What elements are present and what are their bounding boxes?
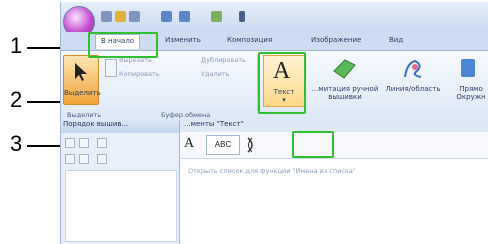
panel-tool-3[interactable] — [97, 138, 107, 148]
select-button-label: Выделить — [64, 89, 101, 97]
panel-tool-6[interactable] — [97, 154, 107, 164]
callout-3: 3 — [10, 131, 23, 156]
callout-1: 1 — [10, 33, 23, 58]
highlight-abc-button — [292, 131, 334, 158]
redo-icon[interactable] — [179, 11, 190, 22]
callout-2: 2 — [10, 87, 23, 112]
manual-embroidery-button[interactable]: ...митация ручной вышивки — [309, 55, 381, 111]
shape-label: Прямо Окружн — [456, 85, 486, 101]
panel-tool-4[interactable] — [65, 154, 75, 164]
text-on-path-icon[interactable] — [244, 136, 258, 154]
font-a-icon[interactable]: A — [184, 136, 194, 152]
panel-tool-1[interactable] — [65, 138, 75, 148]
copy-button[interactable]: Копировать — [119, 70, 160, 78]
line-area-button[interactable]: Линия/область — [385, 55, 441, 111]
paste-icon[interactable] — [105, 59, 117, 77]
tab-edit[interactable]: Изменить — [165, 36, 201, 44]
panel-list — [65, 170, 177, 242]
tab-image[interactable]: Изображение — [311, 36, 361, 44]
undo-icon[interactable] — [161, 11, 172, 22]
panel-tool-2[interactable] — [79, 138, 89, 148]
manual-embroidery-icon — [333, 59, 356, 79]
highlight-home-tab — [88, 32, 158, 58]
preview-icon[interactable] — [211, 11, 222, 22]
text-tools-strip: A ABC — [180, 132, 488, 159]
manual-embroidery-label: ...митация ручной вышивки — [311, 85, 379, 101]
highlight-text-button — [258, 52, 306, 114]
line-area-icon — [404, 59, 422, 78]
delete-button[interactable]: Удалить — [201, 70, 229, 78]
new-file-icon[interactable] — [101, 11, 112, 22]
shape-button[interactable]: Прямо Окружн — [445, 55, 488, 111]
panel-title: Порядок вышив... — [61, 120, 179, 133]
line-area-label: Линия/область — [385, 85, 441, 93]
text-tools-header: ...менты "Текст" — [180, 120, 488, 132]
group-clipboard-label: Буфер обмена — [161, 111, 211, 119]
tab-view[interactable]: Вид — [389, 36, 403, 44]
cursor-icon — [75, 63, 87, 81]
names-list-button[interactable]: ABC — [206, 135, 240, 155]
stitch-order-panel: Порядок вышив... — [61, 120, 180, 244]
select-button[interactable]: Выделить — [63, 55, 101, 105]
open-file-icon[interactable] — [115, 11, 126, 22]
text-tools-area: ...менты "Текст" A ABC Открыть список дл… — [180, 120, 488, 244]
qa-dropdown-icon[interactable] — [239, 11, 245, 22]
panel-tool-5[interactable] — [79, 154, 89, 164]
duplicate-button[interactable]: Дублировать — [201, 56, 246, 64]
group-select-label: Выделить — [67, 111, 102, 119]
status-hint: Открыть список для функции "Имена из спи… — [188, 167, 356, 175]
save-icon[interactable] — [129, 11, 140, 22]
title-bar — [61, 2, 488, 38]
tab-layout[interactable]: Композиция — [227, 36, 272, 44]
shape-icon — [461, 59, 475, 77]
